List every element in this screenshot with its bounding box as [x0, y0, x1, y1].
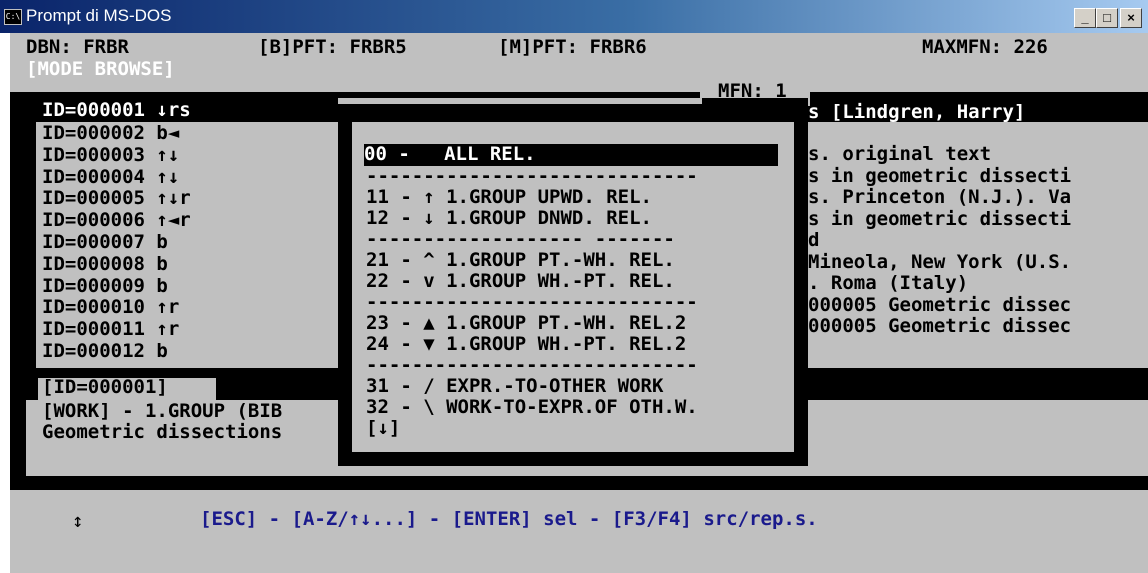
id-list-item[interactable]: ID=000003 ↑↓: [42, 144, 191, 167]
id-list-item[interactable]: ID=000004 ↑↓: [42, 166, 191, 189]
id-list-item[interactable]: ID=000008 b: [42, 253, 191, 276]
footer-key-hints: [ESC] - [A-Z/↑↓...] - [ENTER] sel - [F3/…: [200, 508, 818, 530]
record-line: s in geometric dissecti: [808, 207, 1072, 230]
maximize-button[interactable]: □: [1096, 8, 1118, 28]
id-list-header-row[interactable]: ID=000001 ↓rs: [42, 100, 191, 121]
menu-separator: -----------------------------: [366, 165, 698, 187]
record-lines: s. original text s in geometric dissecti…: [808, 144, 1071, 338]
record-line: 000005 Geometric dissec: [808, 315, 1072, 337]
menu-item-11[interactable]: 11 - ↑ 1.GROUP UPWD. REL.: [366, 187, 698, 208]
menu-item-32[interactable]: 32 - \ WORK-TO-EXPR.OF OTH.W.: [366, 397, 698, 418]
mpft-label: [M]PFT: FRBR6: [498, 36, 647, 58]
id-list-item[interactable]: ID=000011 ↑r: [42, 319, 191, 341]
record-line: 000005 Geometric dissec: [808, 293, 1072, 316]
bpft-label: [B]PFT: FRBR5: [258, 36, 407, 58]
detail-line: [WORK] - 1.GROUP (BIB: [42, 400, 283, 422]
id-list-item[interactable]: ID=000010 ↑r: [42, 297, 191, 319]
minimize-button[interactable]: _: [1074, 8, 1096, 28]
close-button[interactable]: ×: [1120, 8, 1142, 28]
id-list-item[interactable]: ID=000007 b: [42, 232, 191, 254]
record-line: Mineola, New York (U.S.: [808, 250, 1072, 273]
detail-line: Geometric dissections: [42, 421, 283, 443]
menu-separator: ------------------- -------: [366, 228, 675, 250]
menu-item-31[interactable]: 31 - / EXPR.-TO-OTHER WORK: [366, 376, 698, 397]
id-list-item[interactable]: ID=000005 ↑↓r: [42, 188, 191, 210]
menu-item-12[interactable]: 12 - ↓ 1.GROUP DNWD. REL.: [366, 208, 698, 229]
ms-dos-console-icon[interactable]: C:\: [4, 9, 22, 25]
relations-menu-list: ----------------------------- 11 - ↑ 1.G…: [366, 166, 698, 439]
selected-id-label: [ID=000001]: [42, 376, 168, 398]
menu-more-indicator[interactable]: [↓]: [366, 418, 698, 439]
menu-separator: -----------------------------: [366, 354, 698, 376]
menu-item-22[interactable]: 22 - v 1.GROUP WH.-PT. REL.: [366, 271, 698, 292]
record-line: s. Princeton (N.J.). Va: [808, 186, 1072, 208]
record-line: s in geometric dissecti: [808, 164, 1072, 187]
record-line: d: [808, 229, 820, 251]
record-line: s. original text: [808, 143, 992, 165]
menu-top-notch: [338, 98, 702, 104]
record-line: . Roma (Italy): [808, 272, 969, 294]
menu-item-21[interactable]: 21 - ^ 1.GROUP PT.-WH. REL.: [366, 250, 698, 271]
maxmfn-label: MAXMFN: 226: [922, 36, 1048, 58]
record-header: s [Lindgren, Harry]: [808, 101, 1026, 123]
window-title-bar[interactable]: C:\ Prompt di MS-DOS _ □ ×: [0, 0, 1148, 33]
id-list: ID=000002 b◄ ID=000003 ↑↓ ID=000004 ↑↓ I…: [42, 123, 191, 363]
mode-indicator: [MODE BROWSE]: [26, 58, 175, 80]
dbn-label: DBN: FRBR: [26, 36, 129, 58]
menu-item-24[interactable]: 24 - ▼ 1.GROUP WH.-PT. REL.2: [366, 334, 698, 355]
mouse-cursor-icon: ↕: [72, 510, 84, 532]
id-list-item[interactable]: ID=000012 b: [42, 341, 191, 363]
menu-item-all-rel[interactable]: 00 - ALL REL.: [364, 144, 778, 166]
menu-item-23[interactable]: 23 - ▲ 1.GROUP PT.-WH. REL.2: [366, 313, 698, 334]
id-list-item[interactable]: ID=000002 b◄: [42, 123, 191, 145]
window-title: Prompt di MS-DOS: [26, 6, 172, 25]
menu-separator: -----------------------------: [366, 291, 698, 313]
id-list-item[interactable]: ID=000009 b: [42, 275, 191, 298]
id-list-item[interactable]: ID=000006 ↑◄r: [42, 210, 191, 232]
